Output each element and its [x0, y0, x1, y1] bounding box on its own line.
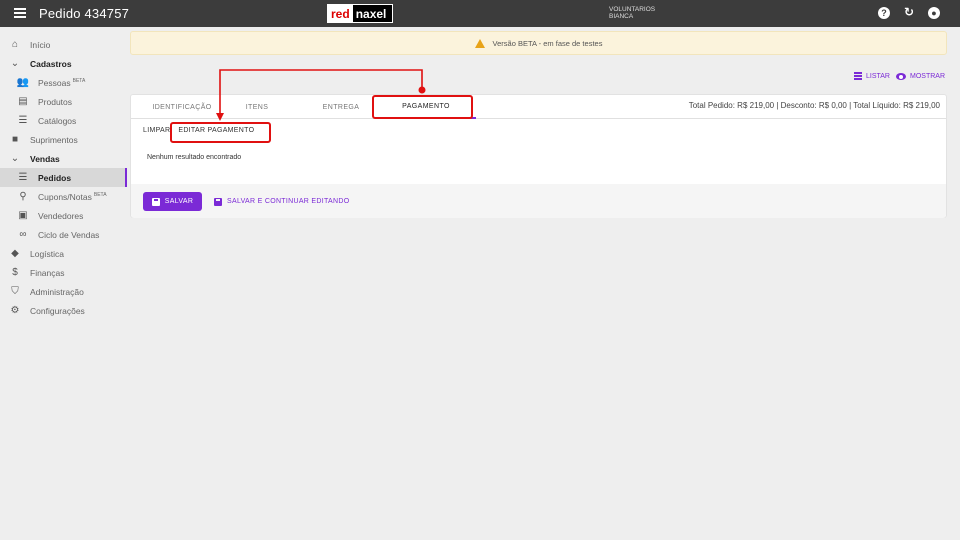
- save-icon: [214, 197, 222, 206]
- sidebar-item-suprimentos[interactable]: ■ Suprimentos: [0, 130, 127, 149]
- show-button[interactable]: MOSTRAR: [896, 72, 945, 81]
- dollar-icon: $: [12, 267, 18, 278]
- sidebar-item-produtos[interactable]: ▤ Produtos: [0, 92, 127, 111]
- sidebar-item-administracao[interactable]: ⛉ Administração: [0, 282, 127, 301]
- top-actions: ? ↻ ●: [878, 6, 940, 19]
- sidebar-item-inicio[interactable]: ⌂ Início: [0, 35, 127, 54]
- sidebar-item-pessoas[interactable]: 👥 Pessoas BETA: [0, 73, 127, 92]
- sidebar-item-cupons-notas[interactable]: ⚲ Cupons/Notas BETA: [0, 187, 127, 206]
- sidebar-item-logistica[interactable]: ◆ Logística: [0, 244, 127, 263]
- menu-icon[interactable]: [14, 8, 26, 18]
- shield-icon: ⛉: [11, 286, 19, 297]
- route-icon: ◆: [11, 248, 19, 259]
- payment-subtabs: LIMPAR EDITAR PAGAMENTO: [143, 127, 254, 134]
- help-icon[interactable]: ?: [878, 7, 890, 19]
- tab-pagamento[interactable]: PAGAMENTO: [376, 95, 476, 119]
- sidebar-item-financas[interactable]: $ Finanças: [0, 263, 127, 282]
- record-actions: LISTAR MOSTRAR: [854, 72, 945, 81]
- account-icon[interactable]: ●: [928, 7, 940, 19]
- top-app-bar: Pedido 434757 red naxel VOLUNTARIOS BIAN…: [0, 0, 960, 27]
- chevron-down-icon: ⌄: [10, 58, 20, 69]
- save-and-continue-label: SALVAR E CONTINUAR EDITANDO: [227, 198, 350, 205]
- product-icon: ▤: [18, 96, 28, 107]
- tab-identificacao[interactable]: IDENTIFICAÇÃO: [141, 95, 223, 119]
- user-organization: VOLUNTARIOS: [609, 6, 656, 13]
- sidebar-item-label: Cadastros: [30, 58, 72, 69]
- sidebar-item-pedidos[interactable]: ☰ Pedidos: [0, 168, 127, 187]
- page-title: Pedido 434757: [39, 6, 130, 21]
- sidebar-item-label: Finanças: [30, 267, 65, 278]
- edit-payment-button[interactable]: EDITAR PAGAMENTO: [178, 127, 254, 134]
- sidebar-item-label-wrap: Pessoas BETA: [38, 78, 85, 88]
- sidebar-item-label: Cupons/Notas: [38, 191, 92, 202]
- user-name: BIANCA: [609, 13, 634, 20]
- sidebar: ⌂ Início ⌄ Cadastros 👥 Pessoas BETA ▤ Pro…: [0, 27, 127, 540]
- list-icon: [854, 72, 862, 81]
- sidebar-item-label-wrap: Cupons/Notas BETA: [38, 192, 107, 202]
- empty-message: Nenhum resultado encontrado: [147, 154, 242, 161]
- tab-entrega[interactable]: ENTREGA: [311, 95, 371, 119]
- refresh-icon[interactable]: ↻: [903, 6, 915, 19]
- show-button-label: MOSTRAR: [910, 73, 945, 80]
- annotation-arrow: [216, 69, 426, 121]
- sidebar-item-label: Catálogos: [38, 115, 77, 126]
- eye-icon: [896, 73, 906, 80]
- save-button[interactable]: SALVAR: [143, 192, 202, 211]
- sidebar-item-label: Configurações: [30, 305, 85, 316]
- brand-logo[interactable]: red naxel: [327, 4, 393, 23]
- badge-icon: ▣: [18, 210, 28, 221]
- sidebar-item-ciclo-de-vendas[interactable]: ∞ Ciclo de Vendas: [0, 225, 127, 244]
- list-button-label: LISTAR: [866, 73, 890, 80]
- home-icon: ⌂: [11, 39, 19, 50]
- tab-itens[interactable]: ITENS: [231, 95, 283, 119]
- beta-badge: BETA: [72, 77, 86, 84]
- banner-text: Versão BETA - em fase de testes: [492, 38, 603, 48]
- sidebar-item-vendedores[interactable]: ▣ Vendedores: [0, 206, 127, 225]
- beta-banner: Versão BETA - em fase de testes: [130, 31, 947, 55]
- sidebar-section-cadastros[interactable]: ⌄ Cadastros: [0, 54, 127, 73]
- sidebar-item-catalogos[interactable]: ☰ Catálogos: [0, 111, 127, 130]
- sidebar-item-label: Logística: [30, 248, 65, 259]
- sidebar-item-label: Início: [30, 39, 51, 50]
- list-button[interactable]: LISTAR: [854, 72, 890, 81]
- beta-badge: BETA: [93, 191, 107, 198]
- order-totals: Total Pedido: R$ 219,00 | Desconto: R$ 0…: [688, 101, 940, 110]
- logo-naxel-text: naxel: [352, 5, 392, 22]
- sidebar-item-configuracoes[interactable]: ⚙ Configurações: [0, 301, 127, 320]
- sidebar-item-label: Ciclo de Vendas: [38, 229, 100, 240]
- save-and-continue-button[interactable]: SALVAR E CONTINUAR EDITANDO: [214, 192, 349, 211]
- save-button-label: SALVAR: [164, 198, 194, 205]
- sidebar-item-label: Vendedores: [38, 210, 84, 221]
- sidebar-item-label: Administração: [30, 286, 84, 297]
- people-icon: 👥: [16, 77, 30, 88]
- form-footer: SALVAR SALVAR E CONTINUAR EDITANDO: [131, 184, 946, 218]
- receipt-search-icon: ⚲: [19, 191, 27, 202]
- sidebar-item-label: Pessoas: [38, 77, 71, 88]
- sidebar-item-label: Produtos: [38, 96, 73, 107]
- list-icon: ☰: [18, 115, 28, 126]
- warning-icon: [474, 38, 485, 48]
- user-info: VOLUNTARIOS BIANCA: [609, 6, 655, 20]
- clear-button[interactable]: LIMPAR: [143, 127, 170, 134]
- order-form-card: IDENTIFICAÇÃO ITENS ENTREGA PAGAMENTO LI…: [130, 94, 947, 218]
- chevron-down-icon: ⌄: [10, 153, 20, 164]
- sidebar-item-label: Suprimentos: [30, 134, 78, 145]
- briefcase-icon: ■: [11, 134, 19, 145]
- infinity-icon: ∞: [19, 229, 27, 240]
- save-icon: [151, 197, 160, 206]
- gear-icon: ⚙: [10, 305, 20, 316]
- sidebar-item-label: Vendas: [30, 153, 60, 164]
- list-icon: ☰: [18, 172, 28, 183]
- sidebar-item-label: Pedidos: [38, 172, 72, 183]
- sidebar-section-vendas[interactable]: ⌄ Vendas: [0, 149, 127, 168]
- logo-red-text: red: [328, 5, 353, 22]
